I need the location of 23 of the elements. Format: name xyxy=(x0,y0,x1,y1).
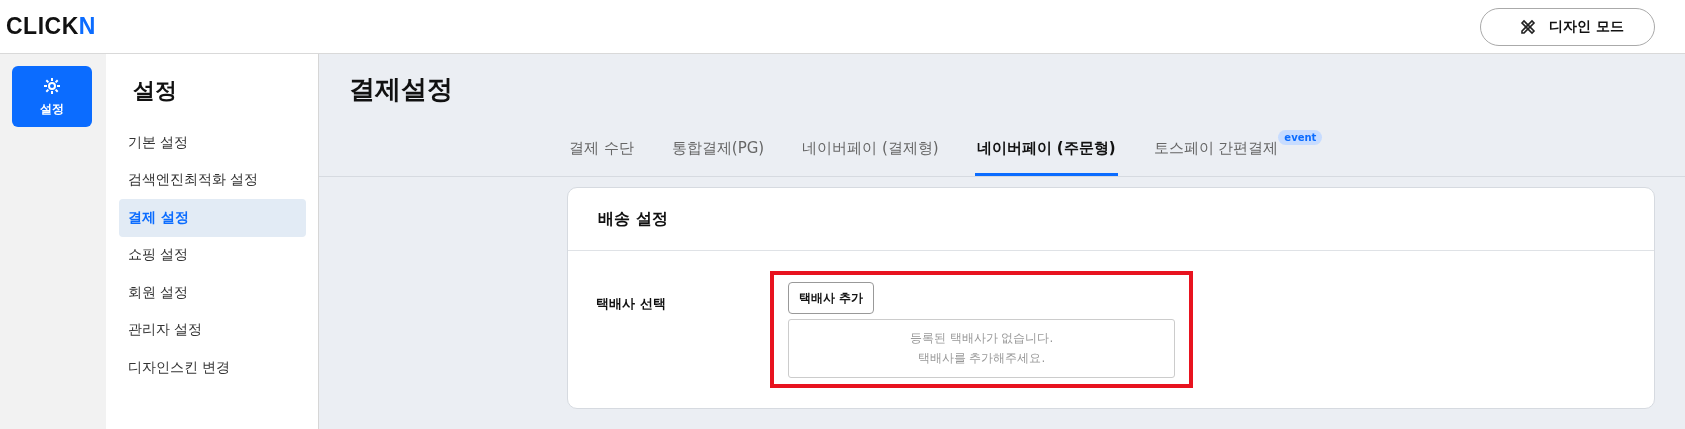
logo: CLICKN xyxy=(6,13,96,40)
event-badge: event xyxy=(1278,130,1323,145)
tab[interactable]: 네이버페이 (결제형) xyxy=(800,124,941,176)
sidebar-item[interactable]: 회원 설정 xyxy=(119,274,306,312)
sidebar-item[interactable]: 디자인스킨 변경 xyxy=(119,349,306,387)
sidebar-item[interactable]: 결제 설정 xyxy=(119,199,306,237)
sidebar-item[interactable]: 관리자 설정 xyxy=(119,311,306,349)
empty-message: 택배사를 추가해주세요. xyxy=(917,350,1046,367)
field-label: 택배사 선택 xyxy=(596,296,666,311)
tab[interactable]: 통합결제(PG) xyxy=(669,124,767,176)
card-title: 배송 설정 xyxy=(598,208,668,230)
tab[interactable]: 네이버페이 (주문형) xyxy=(974,124,1118,176)
sidebar-item[interactable]: 기본 설정 xyxy=(119,124,306,162)
sidebar-title: 설정 xyxy=(133,77,178,105)
add-courier-button[interactable]: 택배사 추가 xyxy=(788,282,875,314)
page-title: 결제설정 xyxy=(349,73,454,106)
tab[interactable]: 토스페이 간편결제 xyxy=(1151,124,1281,176)
empty-message: 등록된 택배사가 없습니다. xyxy=(909,330,1054,347)
sidebar-item[interactable]: 검색엔진최적화 설정 xyxy=(119,161,306,199)
sidebar-item[interactable]: 쇼핑 설정 xyxy=(119,236,306,274)
tab[interactable]: 결제 수단 xyxy=(567,124,636,176)
settings-rail-button[interactable]: 설정 xyxy=(12,66,92,127)
design-mode-button[interactable]: 디자인 모드 xyxy=(1480,7,1655,46)
